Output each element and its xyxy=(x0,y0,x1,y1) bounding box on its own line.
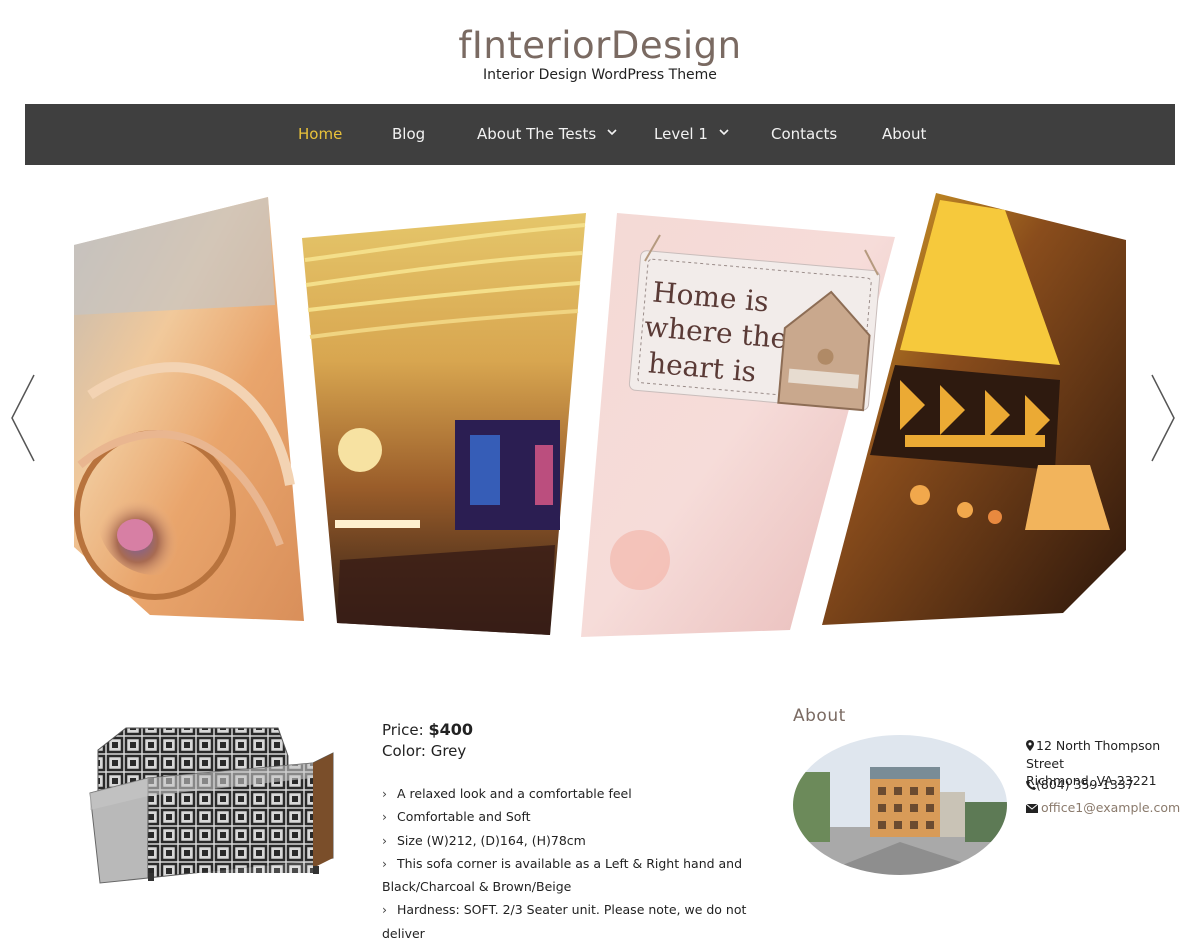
list-item: › Size (W)212, (D)164, (H)78cm xyxy=(382,829,762,852)
nav-item-blog[interactable]: Blog xyxy=(392,104,425,165)
nav-item-about[interactable]: About xyxy=(882,104,926,165)
contact-phone: (804) 359-1337 xyxy=(1026,776,1134,794)
sofa-product-image[interactable] xyxy=(88,718,338,888)
product-feature-list: › A relaxed look and a comfortable feel ›… xyxy=(382,782,762,945)
phone-number: (804) 359-1337 xyxy=(1036,777,1134,792)
price-label: Price: xyxy=(382,721,424,739)
office-building-image[interactable] xyxy=(790,732,1010,878)
list-item: › Comfortable and Soft xyxy=(382,805,762,828)
chevron-right-icon: › xyxy=(382,786,387,801)
product-price: Price: $400 xyxy=(382,720,473,739)
phone-icon xyxy=(1026,777,1036,794)
map-marker-icon xyxy=(1026,738,1036,755)
slide-wavy-ceiling-hallway[interactable] xyxy=(302,213,586,635)
list-item: › Hardness: SOFT. 2/3 Seater unit. Please… xyxy=(382,898,762,945)
nav-item-about-the-tests[interactable]: About The Tests xyxy=(477,104,617,165)
site-tagline: Interior Design WordPress Theme xyxy=(483,67,717,83)
product-color: Color: Grey xyxy=(382,742,467,760)
slide-spiral-staircase[interactable] xyxy=(74,197,304,621)
envelope-icon xyxy=(1025,800,1041,817)
email-link[interactable]: office1@example.com xyxy=(1041,800,1180,815)
contact-email: office1@example.com xyxy=(1025,799,1180,817)
address-line-1: 12 North Thompson Street xyxy=(1026,738,1161,771)
nav-item-label: Level 1 xyxy=(654,125,708,143)
list-item: › This sofa corner is available as a Left… xyxy=(382,852,762,875)
chevron-down-icon xyxy=(719,129,729,136)
chevron-right-icon: › xyxy=(382,832,387,848)
nav-item-level-1[interactable]: Level 1 xyxy=(654,104,729,165)
main-navigation: Home Blog About The Tests Level 1 Contac… xyxy=(25,104,1175,165)
nav-item-label: Contacts xyxy=(771,125,838,143)
image-slider: Home is where the heart is xyxy=(0,165,1200,685)
chevron-right-icon[interactable] xyxy=(1150,373,1176,463)
slider-canvas: Home is where the heart is xyxy=(74,193,1126,637)
nav-item-label: About xyxy=(882,125,927,143)
chevron-right-icon: › xyxy=(382,855,387,871)
chevron-down-icon xyxy=(607,129,617,136)
nav-item-label: Blog xyxy=(392,125,426,143)
nav-item-label: Home xyxy=(298,125,343,143)
nav-item-home[interactable]: Home xyxy=(298,104,342,165)
nav-item-contacts[interactable]: Contacts xyxy=(771,104,837,165)
site-title[interactable]: fInteriorDesign xyxy=(0,22,1200,70)
chevron-right-icon: › xyxy=(382,809,387,825)
chevron-left-icon[interactable] xyxy=(10,373,36,463)
chevron-right-icon: › xyxy=(382,902,387,918)
list-item-continued: Black/Charcoal & Brown/Beige xyxy=(382,879,572,895)
about-widget-title: About xyxy=(793,706,846,726)
nav-item-label: About The Tests xyxy=(477,125,597,143)
site-header: fInteriorDesign Interior Design WordPres… xyxy=(0,0,1200,100)
list-item: › A relaxed look and a comfortable feel xyxy=(382,782,762,805)
price-value: $400 xyxy=(428,720,473,739)
